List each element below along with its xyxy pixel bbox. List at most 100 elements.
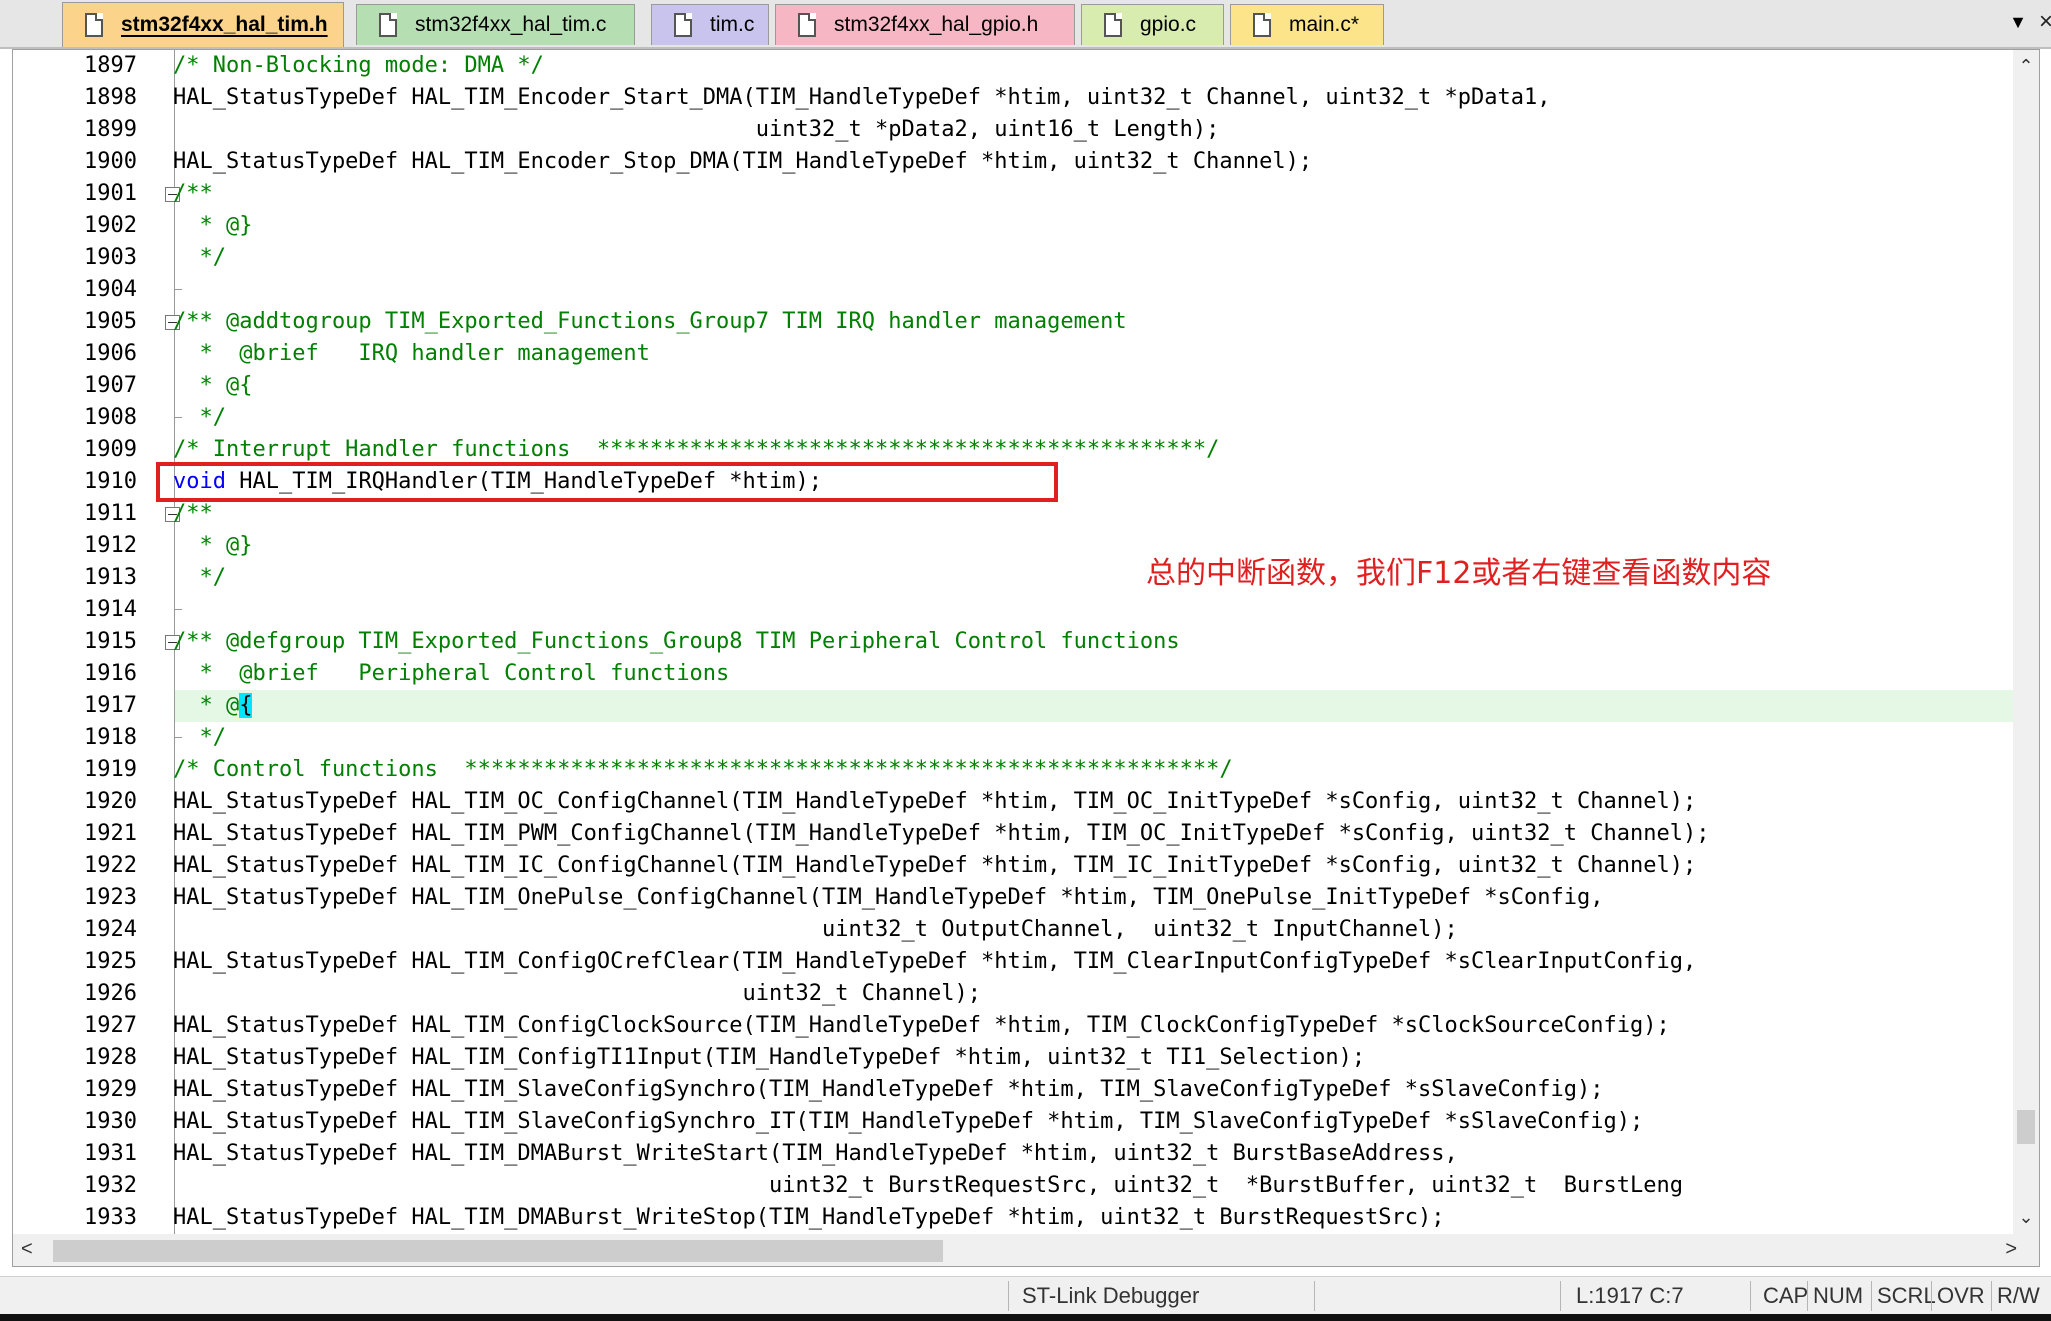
tab-4[interactable]: gpio.c: [1081, 4, 1224, 45]
code-line[interactable]: 1927 HAL_StatusTypeDef HAL_TIM_ConfigCloc…: [13, 1010, 2021, 1042]
tab-2[interactable]: tim.c: [651, 4, 769, 45]
code-line[interactable]: 1906 * @brief IRQ handler management: [13, 338, 2021, 370]
code-text: * @brief IRQ handler management: [173, 338, 649, 370]
status-separator: [1991, 1281, 1992, 1311]
code-area[interactable]: 1897 /* Non-Blocking mode: DMA */ 1898 HAL_…: [13, 50, 2021, 1234]
line-number: 1907: [84, 373, 137, 398]
scroll-right-icon[interactable]: >: [2005, 1238, 2017, 1261]
code-content: HAL_StatusTypeDef HAL_TIM_DMABurst_Write…: [173, 1205, 1445, 1230]
code-line[interactable]: 1911 /**: [13, 498, 2021, 530]
code-line[interactable]: 1909 /* Interrupt Handler functions *****…: [13, 434, 2021, 466]
code-line[interactable]: 1897 /* Non-Blocking mode: DMA */: [13, 50, 2021, 82]
horizontal-scroll-thumb[interactable]: [53, 1240, 943, 1262]
code-text: */: [173, 402, 226, 434]
code-line[interactable]: 1917 * @{: [13, 690, 2021, 722]
code-line[interactable]: 1931 HAL_StatusTypeDef HAL_TIM_DMABurst_W…: [13, 1138, 2021, 1170]
code-line[interactable]: 1929 HAL_StatusTypeDef HAL_TIM_SlaveConfi…: [13, 1074, 2021, 1106]
line-number: 1913: [84, 565, 137, 590]
code-line[interactable]: 1926 uint32_t Channel);: [13, 978, 2021, 1010]
code-editor[interactable]: 1897 /* Non-Blocking mode: DMA */ 1898 HAL_…: [12, 49, 2040, 1267]
tab-1[interactable]: stm32f4xx_hal_tim.c: [356, 4, 635, 45]
scroll-left-icon[interactable]: <: [21, 1238, 33, 1261]
code-line[interactable]: 1928 HAL_StatusTypeDef HAL_TIM_ConfigTI1I…: [13, 1042, 2021, 1074]
vertical-scrollbar[interactable]: ⌃ ⌄: [2013, 50, 2039, 1234]
code-line[interactable]: 1918 */: [13, 722, 2021, 754]
line-number: 1931: [84, 1141, 137, 1166]
code-text: HAL_StatusTypeDef HAL_TIM_SlaveConfigSyn…: [173, 1074, 1603, 1106]
tab-list-menu-icon[interactable]: ▼: [2009, 12, 2027, 33]
code-line[interactable]: 1914: [13, 594, 2021, 626]
code-text: * @brief Peripheral Control functions: [173, 658, 729, 690]
code-line[interactable]: 1907 * @{: [13, 370, 2021, 402]
code-text: void HAL_TIM_IRQHandler(TIM_HandleTypeDe…: [173, 466, 822, 498]
cursor-position: L:1917 C:7: [1576, 1283, 1684, 1308]
annotation-text: 总的中断函数，我们F12或者右键查看函数内容: [1146, 556, 1772, 591]
code-line[interactable]: 1920 HAL_StatusTypeDef HAL_TIM_OC_ConfigC…: [13, 786, 2021, 818]
scrl-indicator: SCRL: [1877, 1283, 1936, 1308]
line-number: 1897: [84, 53, 137, 78]
code-line[interactable]: 1932 uint32_t BurstRequestSrc, uint32_t …: [13, 1170, 2021, 1202]
code-line[interactable]: 1916 * @brief Peripheral Control functio…: [13, 658, 2021, 690]
vertical-scroll-thumb[interactable]: [2017, 1110, 2035, 1144]
line-number: 1928: [84, 1045, 137, 1070]
tab-label: main.c*: [1289, 13, 1360, 36]
close-icon[interactable]: ×: [2039, 8, 2051, 36]
code-line[interactable]: 1925 HAL_StatusTypeDef HAL_TIM_ConfigOCre…: [13, 946, 2021, 978]
line-number: 1925: [84, 949, 137, 974]
code-content: * @brief Peripheral Control functions: [173, 661, 730, 686]
scroll-up-icon[interactable]: ⌃: [2013, 56, 2039, 77]
line-number: 1919: [84, 757, 137, 782]
code-line[interactable]: 1924 uint32_t OutputChannel, uint32_t In…: [13, 914, 2021, 946]
code-line[interactable]: 1901 /**: [13, 178, 2021, 210]
code-line[interactable]: 1930 HAL_StatusTypeDef HAL_TIM_SlaveConfi…: [13, 1106, 2021, 1138]
code-line[interactable]: 1905 /** @addtogroup TIM_Exported_Functio…: [13, 306, 2021, 338]
code-content: HAL_StatusTypeDef HAL_TIM_ConfigOCrefCle…: [173, 949, 1697, 974]
code-line[interactable]: 1923 HAL_StatusTypeDef HAL_TIM_OnePulse_C…: [13, 882, 2021, 914]
code-content: HAL_StatusTypeDef HAL_TIM_Encoder_Start_…: [173, 85, 1551, 110]
file-icon: [379, 13, 397, 37]
current-line-highlight: [175, 690, 2021, 722]
code-line[interactable]: 1933 HAL_StatusTypeDef HAL_TIM_DMABurst_W…: [13, 1202, 2021, 1234]
file-icon: [1253, 13, 1271, 37]
tab-label: gpio.c: [1140, 13, 1197, 36]
tab-5[interactable]: main.c*: [1230, 4, 1384, 45]
code-line[interactable]: 1910 void HAL_TIM_IRQHandler(TIM_HandleTy…: [13, 466, 2021, 498]
code-text: HAL_StatusTypeDef HAL_TIM_ConfigTI1Input…: [173, 1042, 1365, 1074]
code-text: HAL_StatusTypeDef HAL_TIM_PWM_ConfigChan…: [173, 818, 1709, 850]
line-number: 1903: [84, 245, 137, 270]
code-text: */: [173, 562, 226, 594]
code-text: /** @defgroup TIM_Exported_Functions_Gro…: [173, 626, 1180, 658]
code-text: uint32_t OutputChannel, uint32_t InputCh…: [173, 914, 1458, 946]
code-text: uint32_t Channel);: [173, 978, 981, 1010]
code-line[interactable]: 1900 HAL_StatusTypeDef HAL_TIM_Encoder_St…: [13, 146, 2021, 178]
code-text: /**: [173, 178, 213, 210]
code-line[interactable]: 1903 */: [13, 242, 2021, 274]
code-line[interactable]: 1915 /** @defgroup TIM_Exported_Functions…: [13, 626, 2021, 658]
code-content: uint32_t *pData2, uint16_t Length);: [173, 117, 1220, 142]
code-line[interactable]: 1921 HAL_StatusTypeDef HAL_TIM_PWM_Config…: [13, 818, 2021, 850]
scroll-down-icon[interactable]: ⌄: [2013, 1207, 2039, 1228]
file-icon: [1104, 13, 1122, 37]
line-number: 1917: [84, 693, 137, 718]
code-line[interactable]: 1908 */: [13, 402, 2021, 434]
code-line[interactable]: 1919 /* Control functions ***************…: [13, 754, 2021, 786]
line-number: 1901: [84, 181, 137, 206]
code-content: HAL_StatusTypeDef HAL_TIM_Encoder_Stop_D…: [173, 149, 1313, 174]
tab-0[interactable]: stm32f4xx_hal_tim.h: [62, 2, 344, 47]
code-line[interactable]: 1899 uint32_t *pData2, uint16_t Length);: [13, 114, 2021, 146]
code-content: HAL_StatusTypeDef HAL_TIM_OnePulse_Confi…: [173, 885, 1604, 910]
line-number: 1909: [84, 437, 137, 462]
code-line[interactable]: 1902 * @}: [13, 210, 2021, 242]
code-line[interactable]: 1898 HAL_StatusTypeDef HAL_TIM_Encoder_St…: [13, 82, 2021, 114]
code-line[interactable]: 1904: [13, 274, 2021, 306]
status-separator: [1807, 1281, 1808, 1311]
horizontal-scrollbar[interactable]: < >: [13, 1234, 2039, 1266]
line-number: 1929: [84, 1077, 137, 1102]
line-number: 1920: [84, 789, 137, 814]
line-number: 1915: [84, 629, 137, 654]
code-text: HAL_StatusTypeDef HAL_TIM_ConfigOCrefCle…: [173, 946, 1696, 978]
status-separator: [1560, 1281, 1561, 1311]
code-line[interactable]: 1922 HAL_StatusTypeDef HAL_TIM_IC_ConfigC…: [13, 850, 2021, 882]
line-number: 1916: [84, 661, 137, 686]
tab-3[interactable]: stm32f4xx_hal_gpio.h: [775, 4, 1075, 45]
